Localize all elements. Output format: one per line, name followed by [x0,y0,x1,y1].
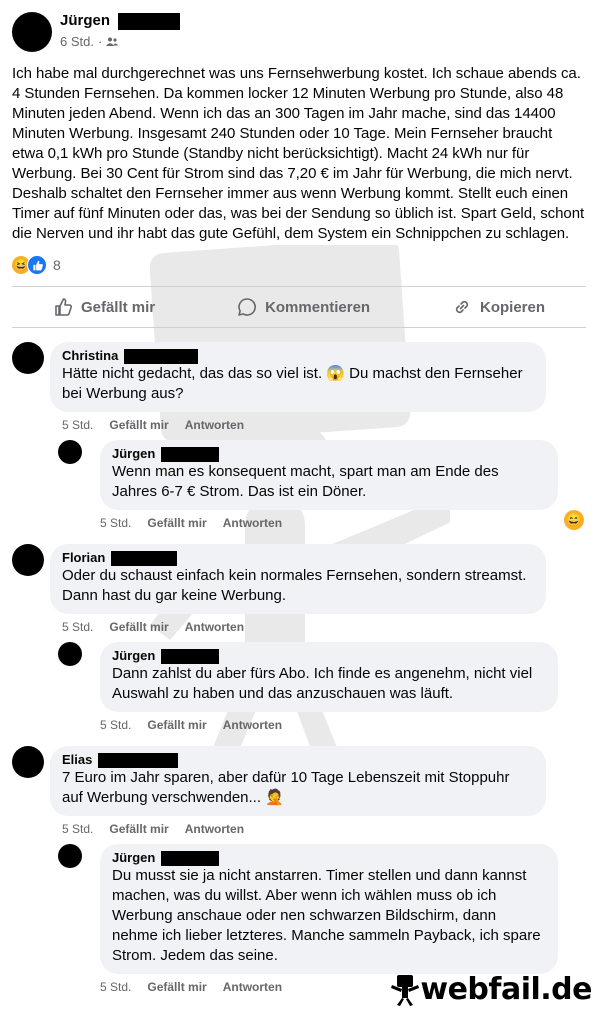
comment-author: Jürgen [112,648,546,664]
webfail-logo-text: webfail.de [420,972,592,1007]
comments-section: Christina Hätte nicht gedacht, das das s… [0,328,600,996]
reaction-summary[interactable]: 😆 8 [12,254,586,276]
avatar[interactable] [58,642,82,666]
comment-text: 7 Euro im Jahr sparen, aber dafür 10 Tag… [62,769,510,806]
redacted-name [161,648,220,664]
link-icon [455,300,469,314]
redacted-name [161,850,220,866]
comment-like-button[interactable]: Gefällt mir [109,620,168,636]
post-meta: 6 Std. · [60,34,180,49]
post: Jürgen 6 Std. · Ich habe mal durchgerech… [0,0,600,328]
redacted-name [161,446,220,462]
comment-author: Elias [62,752,534,768]
webfail-logo: webfail.de [390,972,592,1007]
post-author-name[interactable]: Jürgen [60,12,110,30]
reply-comment: Jürgen Dann zahlst du aber fürs Abo. Ich… [58,642,586,712]
comment-text: Wenn man es konsequent macht, spart man … [112,463,499,500]
comment-bubble: Jürgen Du musst sie ja nicht anstarren. … [100,844,558,974]
avatar[interactable] [12,544,44,576]
avatar[interactable] [58,440,82,464]
comment-author-name[interactable]: Jürgen [112,850,155,866]
redacted-name [124,348,199,364]
comment-icon [238,298,256,316]
comment-reply-button[interactable]: Antworten [185,418,244,434]
comment-author: Jürgen [112,446,546,462]
comment-text: Hätte nicht gedacht, das das so viel ist… [62,365,523,402]
comment-actions: 5 Std. Gefällt mir Antworten [62,620,586,636]
reply-thread: Jürgen Dann zahlst du aber fürs Abo. Ich… [58,642,586,734]
redacted-name [98,752,179,768]
comment-like-button[interactable]: Gefällt mir [109,822,168,838]
comment-author-name[interactable]: Elias [62,752,92,768]
comment-author: Christina [62,348,534,364]
comment-time[interactable]: 5 Std. [62,620,93,636]
comment-author: Florian [62,550,534,566]
comment: Elias 7 Euro im Jahr sparen, aber dafür … [12,746,586,816]
author-row: Jürgen [60,12,181,30]
comment-button[interactable]: Kommentieren [237,297,370,317]
post-timestamp[interactable]: 6 Std. [60,34,94,49]
comment-author: Jürgen [112,850,546,866]
post-body: Ich habe mal durchgerechnet was uns Fern… [12,65,585,242]
comment-time[interactable]: 5 Std. [62,822,93,838]
comment-text: Oder du schaust einfach kein normales Fe… [62,567,527,604]
comment-time[interactable]: 5 Std. [100,516,131,532]
comment-reply-button[interactable]: Antworten [223,718,282,734]
comment-actions: 5 Std. Gefällt mir Antworten [62,822,586,838]
redacted-name [118,12,181,30]
like-label: Gefällt mir [80,298,156,316]
comment-time[interactable]: 5 Std. [100,718,131,734]
copy-button[interactable]: Kopieren [452,297,545,317]
comment-reply-button[interactable]: Antworten [185,620,244,636]
friends-icon[interactable] [106,37,119,47]
like-button[interactable]: Gefällt mir [53,297,155,317]
comment-bubble: Jürgen Wenn man es konsequent macht, spa… [100,440,558,510]
comment-text: Dann zahlst du aber fürs Abo. Ich finde … [112,665,533,702]
comment-reply-button[interactable]: Antworten [223,516,282,532]
comment-reply-button[interactable]: Antworten [223,980,282,996]
post-author-block: Jürgen 6 Std. · [60,12,181,49]
avatar[interactable] [12,12,52,52]
haha-reaction-icon[interactable]: 😄 [564,510,584,530]
thumbs-up-icon [55,298,72,316]
comment-bubble: Florian Oder du schaust einfach kein nor… [50,544,546,614]
comment-text: Du musst sie ja nicht anstarren. Timer s… [112,867,541,964]
comment-bubble: Jürgen Dann zahlst du aber fürs Abo. Ich… [100,642,558,712]
comment-author-name[interactable]: Christina [62,348,118,364]
comment: Christina Hätte nicht gedacht, das das s… [12,342,586,412]
comment-actions: 5 Std. Gefällt mir Antworten [100,718,586,734]
comment-bubble: Christina Hätte nicht gedacht, das das s… [50,342,546,412]
comment-like-button[interactable]: Gefällt mir [109,418,168,434]
comment-actions: 5 Std. Gefällt mir Antworten [62,418,586,434]
reply-thread: Jürgen Wenn man es konsequent macht, spa… [58,440,586,532]
comment-author-name[interactable]: Florian [62,550,105,566]
comment-reply-button[interactable]: Antworten [185,822,244,838]
comment-author-name[interactable]: Jürgen [112,446,155,462]
comment-like-button[interactable]: Gefällt mir [147,718,206,734]
copy-label: Kopieren [480,298,546,316]
comment: Florian Oder du schaust einfach kein nor… [12,544,586,614]
comment-bubble: Elias 7 Euro im Jahr sparen, aber dafür … [50,746,546,816]
avatar[interactable] [58,844,82,868]
reply-comment: Jürgen Wenn man es konsequent macht, spa… [58,440,586,510]
comment-like-button[interactable]: Gefällt mir [147,980,206,996]
comment-actions: 5 Std. Gefällt mir Antworten [100,516,586,532]
reaction-count: 8 [53,257,61,273]
comment-label: Kommentieren [265,298,371,316]
reply-comment: Jürgen Du musst sie ja nicht anstarren. … [58,844,586,974]
redacted-name [111,550,178,566]
meta-separator: · [97,34,103,49]
comment-time[interactable]: 5 Std. [62,418,93,434]
avatar[interactable] [12,746,44,778]
comment-author-name[interactable]: Jürgen [112,648,155,664]
action-bar: Gefällt mir Kommentieren Kopieren [12,287,586,327]
webfail-mascot-icon [391,974,420,1006]
comment-time[interactable]: 5 Std. [100,980,131,996]
comment-like-button[interactable]: Gefällt mir [147,516,206,532]
like-icon [27,255,47,275]
post-header: Jürgen 6 Std. · [12,12,586,62]
avatar[interactable] [12,342,44,374]
